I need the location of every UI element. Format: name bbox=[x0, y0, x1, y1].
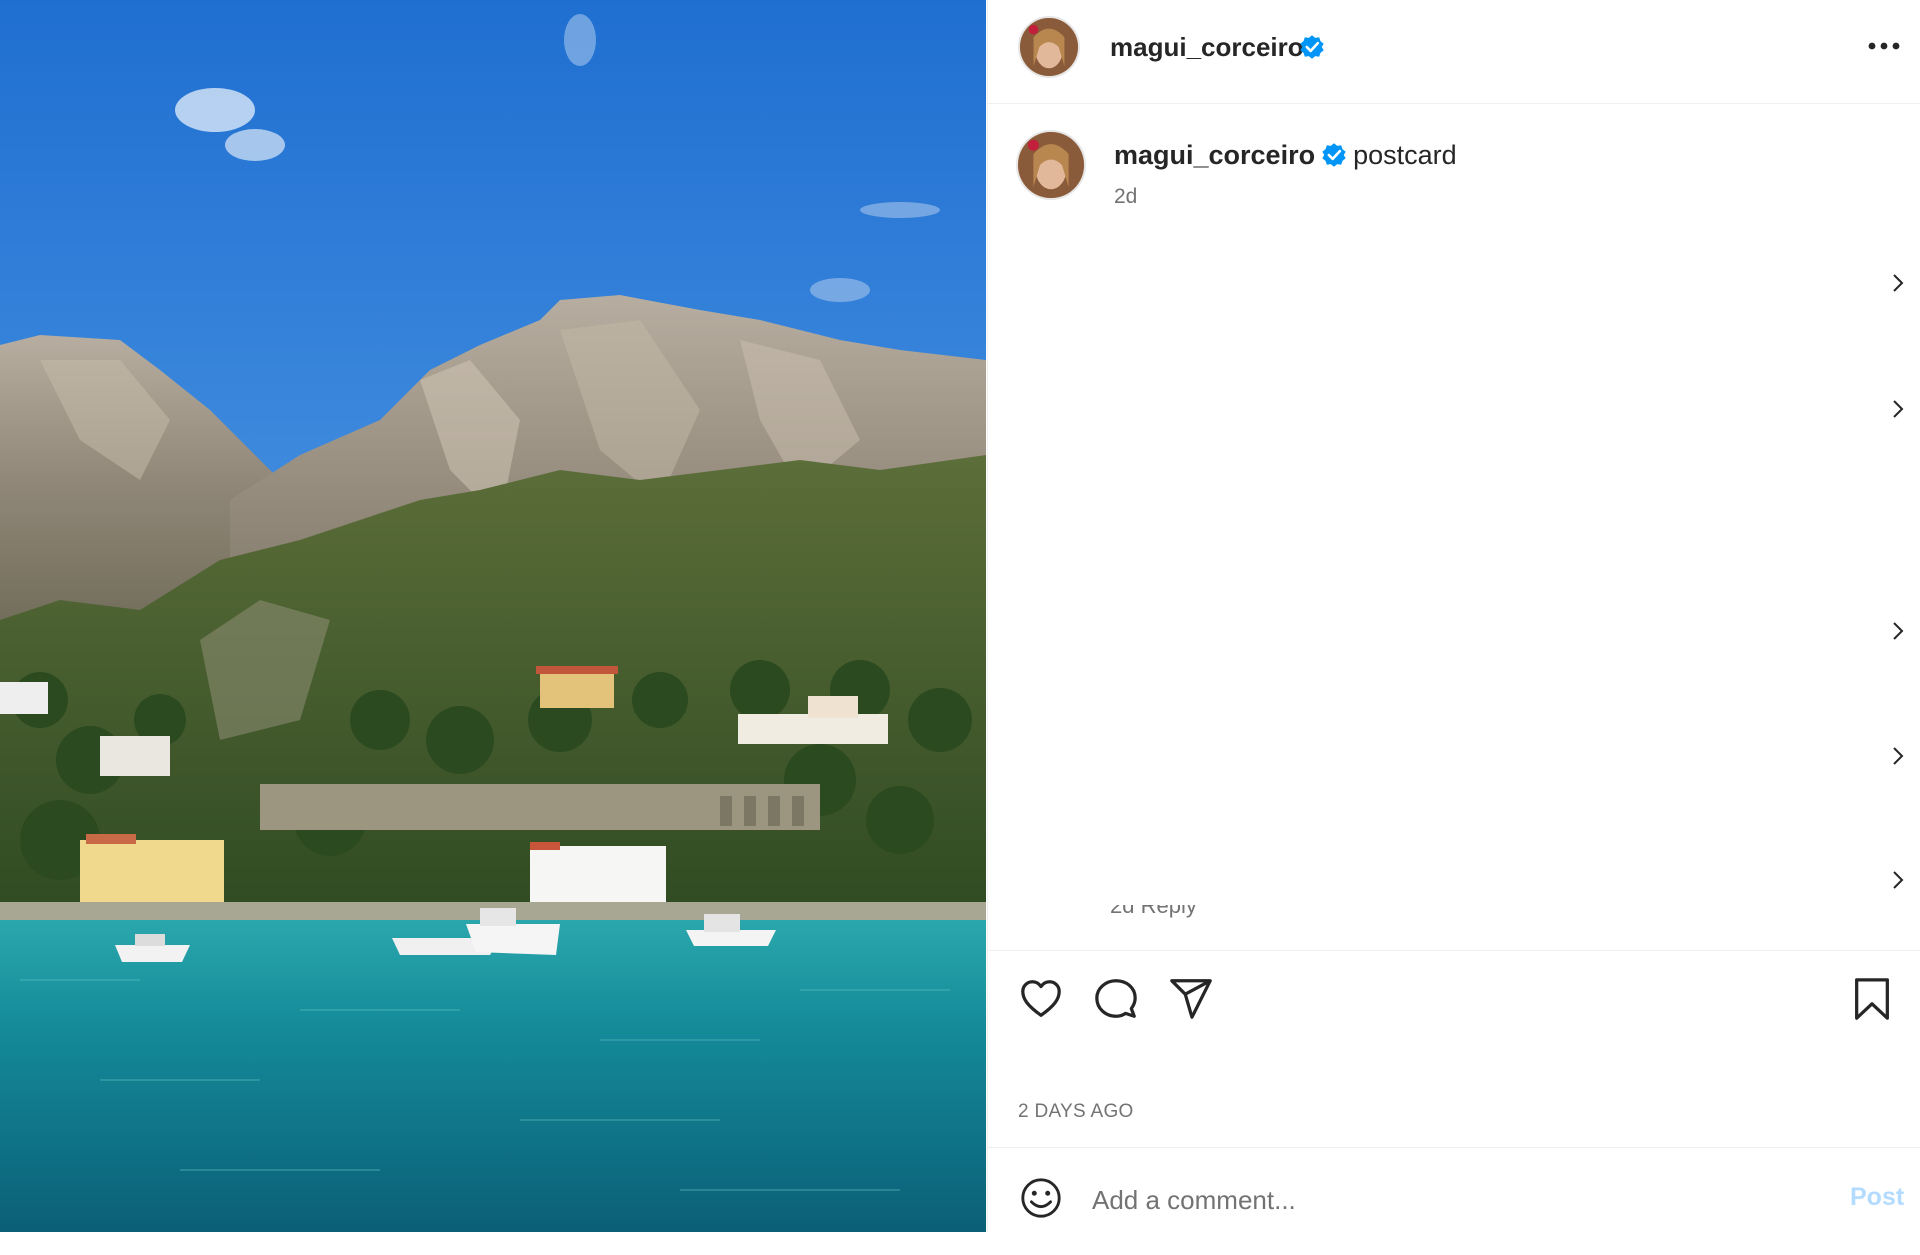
chevron-right-icon[interactable] bbox=[1888, 396, 1908, 422]
coastal-landscape-image bbox=[0, 0, 986, 1232]
avatar-photo bbox=[1020, 18, 1078, 76]
author-avatar[interactable] bbox=[1018, 16, 1080, 78]
verified-badge-icon bbox=[1300, 35, 1324, 59]
heart-icon[interactable] bbox=[1018, 976, 1064, 1022]
post-side-panel: magui_corceiro magui_corceiro postcard 2… bbox=[987, 0, 1920, 1232]
actions-divider bbox=[988, 950, 1920, 951]
verified-badge-icon bbox=[1322, 143, 1346, 167]
post-comment-button[interactable]: Post bbox=[1850, 1183, 1904, 1212]
post-header: magui_corceiro bbox=[988, 0, 1920, 104]
author-username[interactable]: magui_corceiro bbox=[1110, 32, 1304, 63]
chevron-right-icon[interactable] bbox=[1888, 270, 1908, 296]
comment-input[interactable] bbox=[1092, 1178, 1782, 1222]
post-date[interactable]: 2 DAYS AGO bbox=[1018, 1101, 1134, 1123]
post-photo[interactable] bbox=[0, 0, 986, 1232]
truncated-comment-meta: 2d Reply bbox=[1110, 905, 1197, 918]
chevron-right-icon[interactable] bbox=[1888, 618, 1908, 644]
caption-text: postcard bbox=[1353, 140, 1457, 170]
emoji-icon[interactable] bbox=[1018, 1175, 1064, 1221]
avatar-photo bbox=[1018, 132, 1084, 198]
chevron-right-icon[interactable] bbox=[1888, 867, 1908, 893]
caption-username[interactable]: magui_corceiro bbox=[1114, 140, 1315, 170]
caption-timestamp[interactable]: 2d bbox=[1114, 185, 1137, 209]
caption: magui_corceiro postcard bbox=[1114, 140, 1457, 171]
caption-author-avatar[interactable] bbox=[1016, 130, 1086, 200]
chevron-right-icon[interactable] bbox=[1888, 743, 1908, 769]
comment-bubble-icon[interactable] bbox=[1093, 976, 1139, 1022]
more-options-icon[interactable] bbox=[1864, 34, 1904, 58]
share-plane-icon[interactable] bbox=[1168, 976, 1214, 1022]
bookmark-icon[interactable] bbox=[1850, 976, 1894, 1022]
